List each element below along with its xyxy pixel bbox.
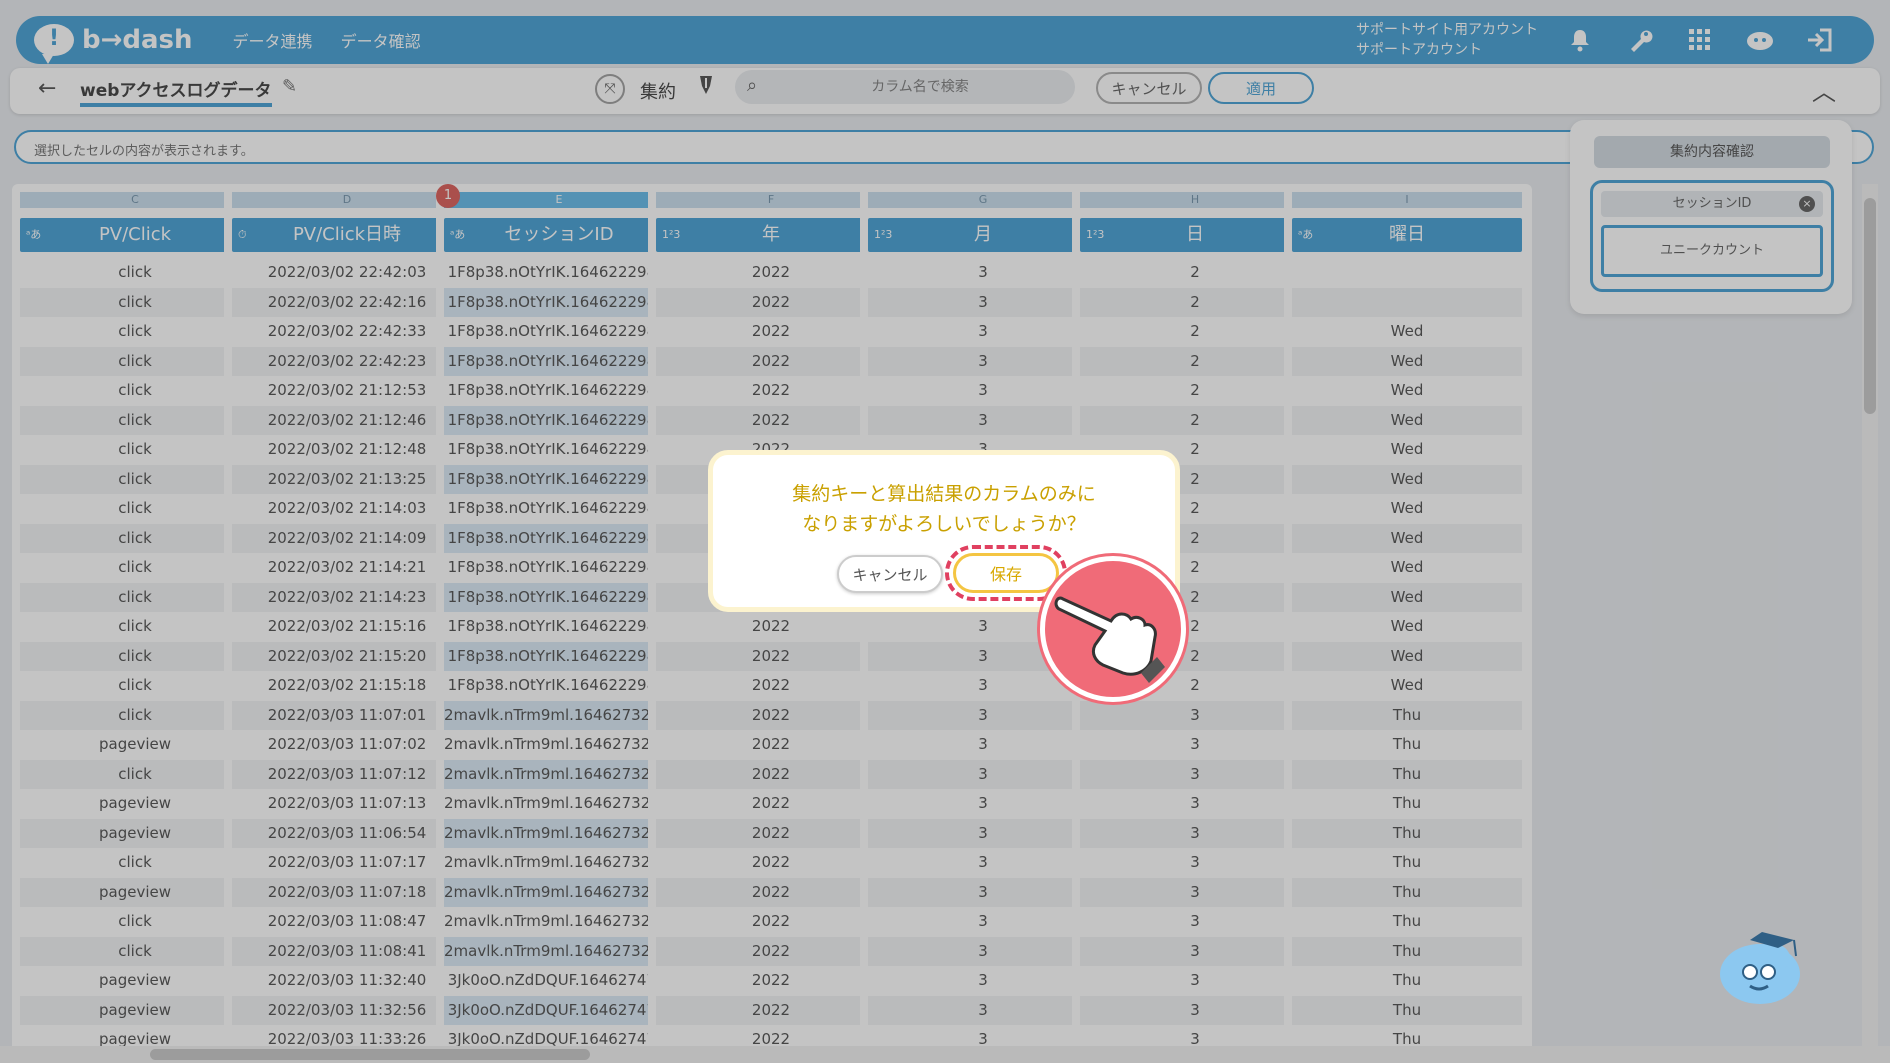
confirm-message: 集約キーと算出結果のカラムのみに なりますがよろしいでしょうか？	[713, 479, 1175, 539]
mascot-icon[interactable]	[1712, 922, 1812, 1018]
confirm-message-line-2: なりますがよろしいでしょうか？	[802, 513, 1086, 535]
confirm-message-line-1: 集約キーと算出結果のカラムのみに	[792, 483, 1096, 505]
app-root: ! b→dash データ連携 データ確認 サポートサイト用アカウント サポートア…	[0, 0, 1890, 1063]
dialog-cancel-button[interactable]: キャンセル	[837, 555, 943, 593]
dialog-save-button[interactable]: 保存	[953, 553, 1059, 593]
pointing-hand-icon	[1040, 556, 1186, 702]
